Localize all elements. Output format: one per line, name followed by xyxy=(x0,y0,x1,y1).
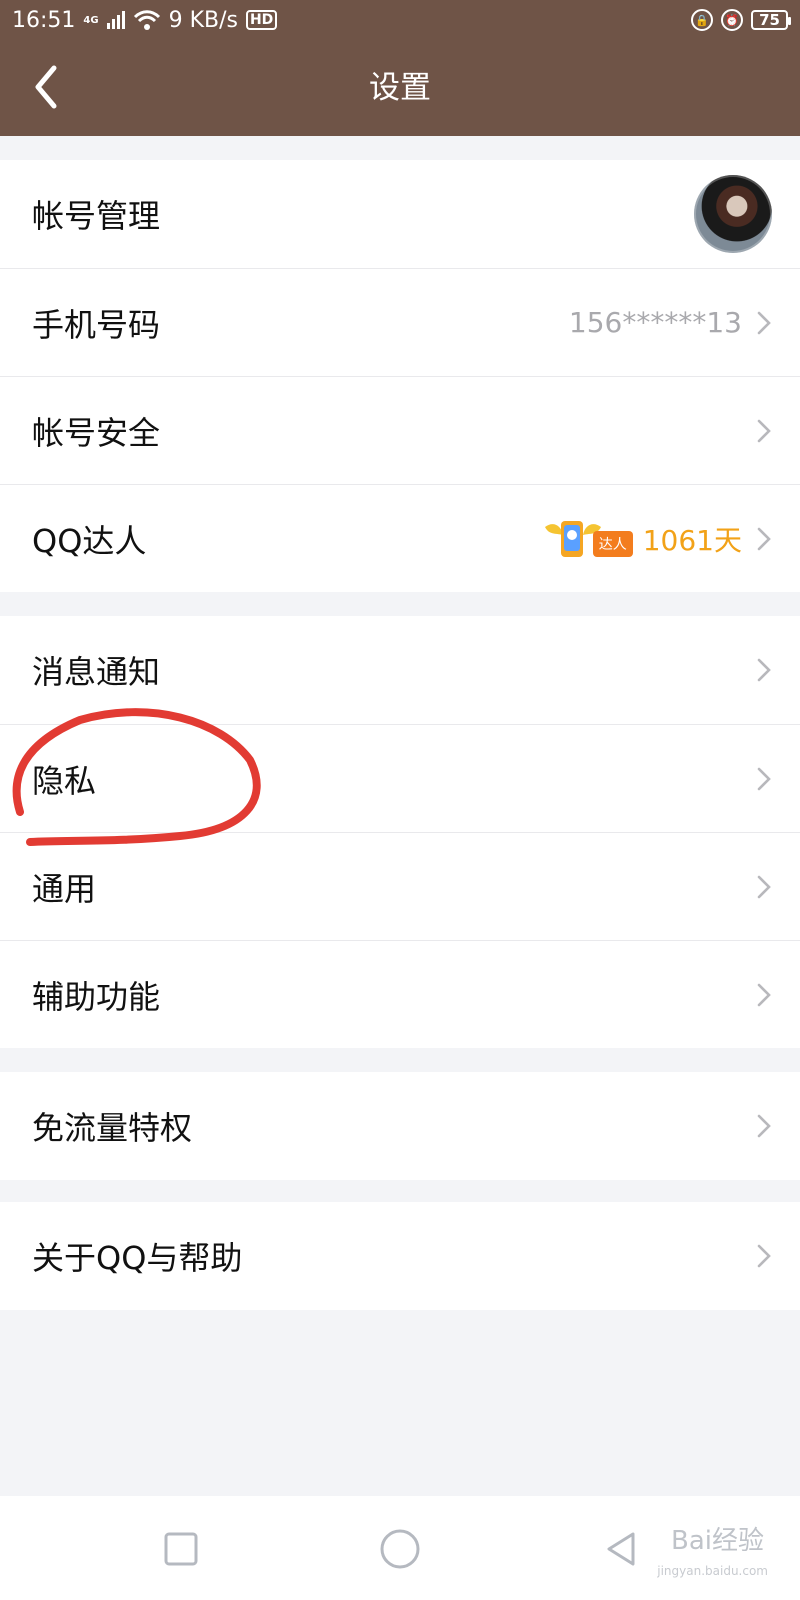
chevron-right-icon xyxy=(757,767,771,790)
network-speed: 9 KB/s xyxy=(168,7,238,33)
settings-group-data: 免流量特权 xyxy=(0,1072,800,1180)
settings-group-preferences: 消息通知 隐私 通用 辅助功能 xyxy=(0,616,800,1048)
free-data-privilege-row[interactable]: 免流量特权 xyxy=(0,1072,800,1180)
triangle-back-icon[interactable] xyxy=(598,1526,644,1572)
alarm-icon: ⏰ xyxy=(721,9,744,31)
chevron-right-icon xyxy=(757,875,771,898)
free-data-privilege-label: 免流量特权 xyxy=(32,1109,193,1147)
account-security-label: 帐号安全 xyxy=(32,413,161,452)
lock-icon: 🔒 xyxy=(691,9,714,31)
chevron-right-icon xyxy=(757,658,771,682)
status-time: 16:51 xyxy=(12,7,76,33)
qq-expert-label: QQ达人 xyxy=(32,521,147,560)
about-help-label: 关于QQ与帮助 xyxy=(32,1239,243,1277)
system-navigation-bar: Bai经验 jingyan.baidu.com xyxy=(0,1496,800,1600)
expert-days: 1061天 xyxy=(642,523,742,557)
account-management-label: 帐号管理 xyxy=(32,197,161,235)
qq-expert-badge-icon: 达人 xyxy=(541,517,633,561)
account-security-row[interactable]: 帐号安全 xyxy=(0,376,800,484)
settings-group-account: 帐号管理 手机号码 156******13 帐号安全 QQ达人 达人 1061天 xyxy=(0,160,800,592)
signal-icon xyxy=(106,11,125,29)
settings-group-about: 关于QQ与帮助 xyxy=(0,1202,800,1310)
watermark-url: jingyan.baidu.com xyxy=(657,1564,768,1578)
message-notification-row[interactable]: 消息通知 xyxy=(0,616,800,724)
square-icon[interactable] xyxy=(158,1526,204,1572)
privacy-label: 隐私 xyxy=(32,761,97,800)
phone-number-label: 手机号码 xyxy=(32,305,161,344)
expert-tag: 达人 xyxy=(592,530,633,557)
qq-expert-badge: 达人 1061天 xyxy=(541,517,742,561)
chevron-right-icon xyxy=(757,1114,771,1138)
battery-icon: 75 xyxy=(751,10,791,30)
chevron-right-icon xyxy=(757,527,771,550)
accessibility-label: 辅助功能 xyxy=(32,977,161,1016)
wifi-icon xyxy=(133,10,160,30)
accessibility-row[interactable]: 辅助功能 xyxy=(0,940,800,1048)
network-type: 4G xyxy=(83,14,99,26)
qq-expert-row[interactable]: QQ达人 达人 1061天 xyxy=(0,484,800,592)
phone-number-row[interactable]: 手机号码 156******13 xyxy=(0,268,800,376)
watermark-brand: Bai经验 xyxy=(671,1526,764,1556)
avatar xyxy=(694,175,772,253)
title-bar: 设置 xyxy=(0,40,800,136)
chevron-right-icon xyxy=(757,1244,771,1268)
chevron-right-icon xyxy=(757,311,771,334)
general-label: 通用 xyxy=(32,869,97,908)
watermark: Bai经验 jingyan.baidu.com xyxy=(657,1520,768,1578)
about-help-row[interactable]: 关于QQ与帮助 xyxy=(0,1202,800,1310)
account-management-row[interactable]: 帐号管理 xyxy=(0,160,800,268)
page-title: 设置 xyxy=(369,70,431,106)
chevron-right-icon xyxy=(757,983,771,1006)
privacy-row[interactable]: 隐私 xyxy=(0,724,800,832)
general-row[interactable]: 通用 xyxy=(0,832,800,940)
message-notification-label: 消息通知 xyxy=(32,653,161,691)
phone-number-value: 156******13 xyxy=(568,306,742,339)
status-bar: 16:51 4G 9 KB/s HD 🔒 ⏰ 75 xyxy=(0,0,800,40)
chevron-right-icon xyxy=(757,419,771,442)
circle-icon[interactable] xyxy=(377,1526,423,1572)
hd-icon: HD xyxy=(245,10,278,30)
